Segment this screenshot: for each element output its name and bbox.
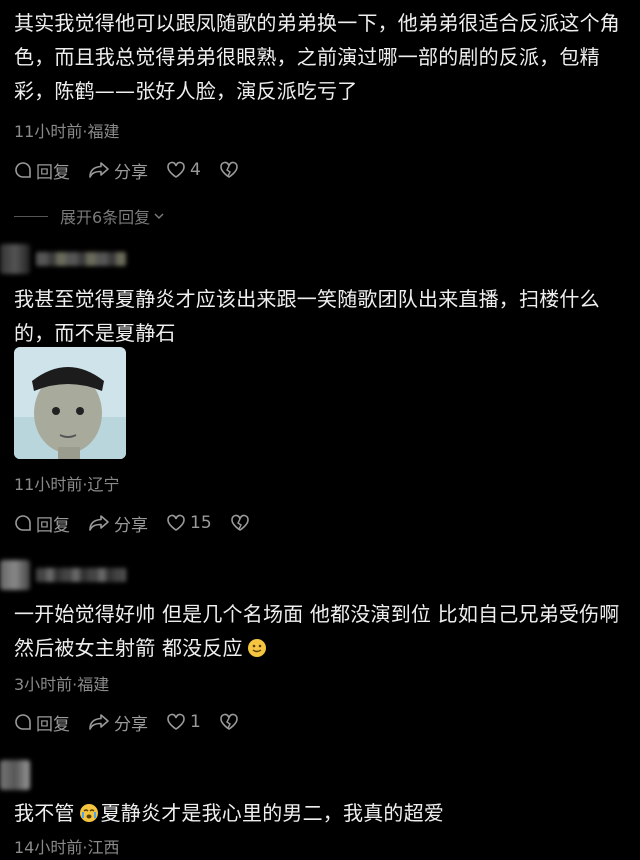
- like-button[interactable]: 1: [166, 712, 201, 732]
- share-label: 分享: [114, 515, 148, 536]
- comment-text-end: 夏静炎才是我心里的男二，我真的超爱: [100, 801, 445, 825]
- action-bar: 回复 分享 4: [14, 157, 261, 183]
- expand-replies-label: 展开6条回复: [60, 208, 151, 227]
- expand-replies-button[interactable]: 展开6条回复: [14, 204, 166, 228]
- username-blurred: [36, 252, 126, 266]
- cry-emoji: [79, 804, 98, 822]
- comment-text-start: 我不管: [14, 801, 75, 825]
- comment-text: 我甚至觉得夏静炎才应该出来跟一笑随歌团队出来直播，扫楼什么的，而不是夏静石: [14, 287, 600, 345]
- share-button[interactable]: 分享: [88, 511, 148, 536]
- share-icon: [89, 162, 109, 178]
- user-info[interactable]: [0, 244, 140, 274]
- chevron-down-icon: [154, 213, 164, 220]
- dislike-button[interactable]: [230, 514, 254, 532]
- username-blurred: [36, 568, 126, 582]
- dislike-button[interactable]: [219, 161, 243, 179]
- broken-heart-icon: [220, 161, 238, 178]
- sticker-image[interactable]: [14, 347, 126, 459]
- comment-meta: 3小时前·福建: [14, 675, 110, 694]
- heart-icon: [167, 514, 185, 531]
- heart-icon: [167, 713, 185, 730]
- heart-icon: [167, 161, 185, 178]
- user-info[interactable]: [0, 760, 140, 790]
- broken-heart-icon: [230, 514, 249, 531]
- comment-text: 一开始觉得好帅 但是几个名场面 他都没演到位 比如自己兄弟受伤啊 然后被女主射箭…: [14, 597, 634, 665]
- comment-text: 我不管 夏静炎才是我心里的男二，我真的超爱: [14, 796, 634, 830]
- share-button[interactable]: 分享: [88, 158, 148, 183]
- reply-icon: [15, 515, 31, 531]
- user-info[interactable]: [0, 560, 140, 590]
- like-button[interactable]: 15: [166, 513, 212, 533]
- divider: [14, 215, 48, 217]
- reply-label: 回复: [36, 162, 70, 183]
- dislike-button[interactable]: [219, 713, 243, 731]
- action-bar: 回复 分享 15: [14, 510, 272, 536]
- share-icon: [89, 714, 109, 730]
- like-count: 1: [190, 712, 201, 732]
- smile-emoji: [247, 639, 266, 657]
- broken-heart-icon: [220, 713, 238, 730]
- action-bar: 回复 分享 1: [14, 709, 261, 735]
- like-count: 15: [190, 513, 212, 533]
- comment-meta: 11小时前·福建: [14, 122, 120, 141]
- comment-text-body: 一开始觉得好帅 但是几个名场面 他都没演到位 比如自己兄弟受伤啊 然后被女主射箭…: [14, 602, 620, 660]
- reply-button[interactable]: 回复: [14, 158, 70, 183]
- share-label: 分享: [114, 162, 148, 183]
- reply-label: 回复: [36, 515, 70, 536]
- like-count: 4: [190, 160, 201, 180]
- reply-label: 回复: [36, 714, 70, 735]
- share-label: 分享: [114, 714, 148, 735]
- share-button[interactable]: 分享: [88, 710, 148, 735]
- like-button[interactable]: 4: [166, 160, 201, 180]
- reply-icon: [15, 162, 31, 178]
- avatar: [0, 244, 30, 274]
- reply-button[interactable]: 回复: [14, 710, 70, 735]
- cartoon-face-sticker: [14, 347, 126, 459]
- comment-text: 其实我觉得他可以跟凤随歌的弟弟换一下，他弟弟很适合反派这个角色，而且我总觉得弟弟…: [14, 11, 620, 103]
- reply-button[interactable]: 回复: [14, 511, 70, 536]
- reply-icon: [15, 714, 31, 730]
- avatar: [0, 560, 30, 590]
- avatar: [0, 760, 30, 790]
- comment-meta: 14小时前·江西: [14, 838, 120, 857]
- share-icon: [89, 515, 109, 531]
- comment-meta: 11小时前·辽宁: [14, 475, 120, 494]
